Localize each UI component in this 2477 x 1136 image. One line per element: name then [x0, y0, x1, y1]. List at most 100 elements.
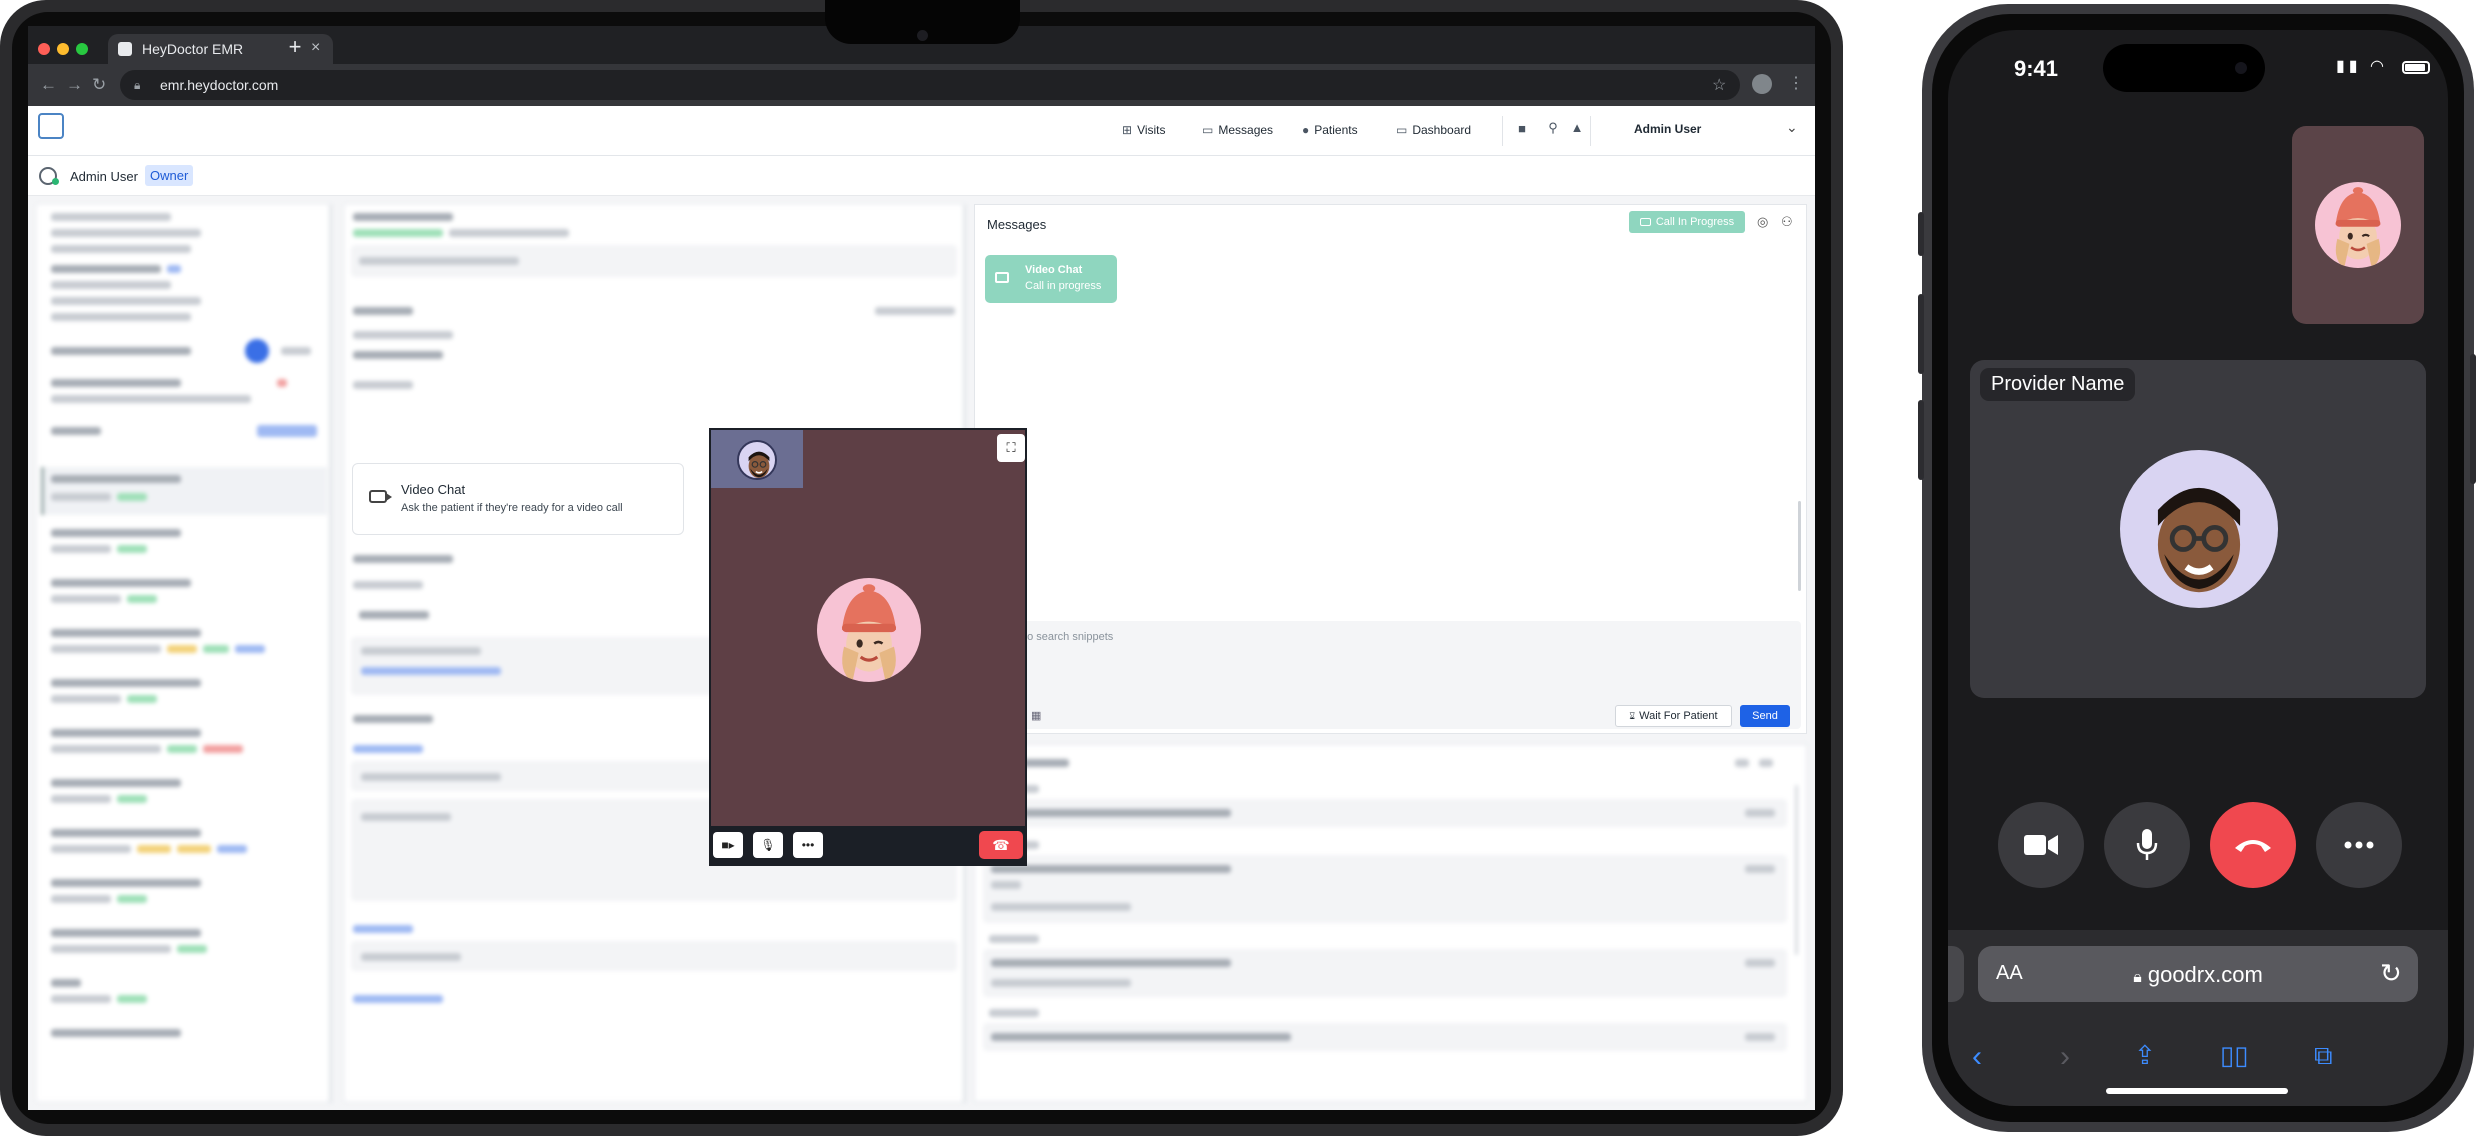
messages-title: Messages: [987, 217, 1047, 232]
self-view-tile[interactable]: [2292, 126, 2424, 324]
video-call-window: ⛶ ■▸ 🎙︎ ••• ☎︎: [709, 428, 1027, 866]
window-minimize-dot[interactable]: [57, 43, 69, 55]
video-camera-icon[interactable]: ■▸: [713, 832, 743, 858]
video-camera-icon[interactable]: [1998, 802, 2084, 888]
video-camera-icon: [1639, 218, 1651, 226]
signal-wifi-icon: ▮▮ ◠: [2336, 58, 2389, 75]
phone-volume-up-button: [1918, 294, 1924, 374]
forward-chevron-icon: ›: [2060, 1040, 2070, 1073]
heydoctor-logo-icon[interactable]: [38, 113, 64, 139]
bookmark-star-icon[interactable]: ☆: [1712, 75, 1726, 95]
nav-visits-label: Visits: [1137, 123, 1166, 137]
video-chat-message-bubble[interactable]: Video Chat Call in progress: [985, 255, 1117, 303]
nav-user-menu[interactable]: Admin User: [1634, 122, 1701, 136]
call-in-progress-label: Call In Progress: [1655, 216, 1735, 228]
video-chat-card[interactable]: Video Chat Ask the patient if they're re…: [352, 463, 684, 535]
hang-up-icon[interactable]: [2210, 802, 2296, 888]
send-button[interactable]: Send: [1740, 705, 1790, 727]
nav-patients[interactable]: ● Patients: [1302, 123, 1358, 137]
tabs-icon[interactable]: ⧉: [2314, 1040, 2333, 1072]
profile-avatar-icon[interactable]: [1752, 74, 1772, 94]
provider-avatar: [737, 440, 777, 480]
tab-close-icon[interactable]: ×: [311, 39, 320, 57]
bookmarks-icon[interactable]: ▯▯: [2220, 1040, 2249, 1071]
video-camera-glyph: [2024, 835, 2058, 855]
window-zoom-dot[interactable]: [76, 43, 88, 55]
message-composer[interactable]: Type . to search snippets ▯ ▤ ▦ ⌛︎ Wait …: [981, 621, 1801, 729]
phone-volume-down-button: [1918, 400, 1924, 480]
wait-for-patient-button[interactable]: ⌛︎ Wait For Patient: [1615, 705, 1732, 727]
subheader-user-name: Admin User: [70, 169, 138, 184]
nav-messages-label: Messages: [1218, 123, 1274, 137]
back-arrow-icon[interactable]: ←: [40, 75, 57, 95]
video-chat-bubble-status: Call in progress: [1025, 280, 1102, 292]
nav-messages[interactable]: ▭ Messages: [1202, 123, 1273, 137]
url-field[interactable]: 🔒︎ emr.heydoctor.com ☆: [120, 70, 1740, 100]
visits-sidebar: [36, 204, 332, 1103]
plus-square-icon: ⊞: [1122, 123, 1133, 137]
calendar-icon[interactable]: ▦: [1031, 709, 1041, 722]
front-camera: [2235, 62, 2247, 74]
laptop-camera: [917, 30, 928, 41]
bell-icon[interactable]: ▲: [1564, 120, 1590, 135]
provider-name-label: Provider Name: [1980, 368, 2136, 401]
chat-bubble-icon: ▭: [1202, 123, 1214, 137]
battery-icon: [2402, 61, 2430, 74]
patient-avatar: [2315, 182, 2401, 268]
online-status-dot: [52, 178, 59, 185]
ellipsis-icon[interactable]: •••: [793, 832, 823, 858]
search-icon[interactable]: ⚲: [1540, 120, 1566, 136]
laptop-frame: HeyDoctor EMR × + ← → ↻ 🔒︎ emr.heydoctor…: [0, 0, 1843, 1136]
safari-toolbar: AA 🔒︎ goodrx.com ↻ ‹ › ⇪ ▯▯ ⧉: [1948, 930, 2448, 1106]
top-navigation: ⊞ Visits ▭ Messages ● Patients ▭ Dashboa…: [28, 106, 1815, 156]
provider-video-tile: Provider Name: [1970, 360, 2426, 698]
reload-icon[interactable]: ↻: [2380, 958, 2402, 989]
nav-visits[interactable]: ⊞ Visits: [1122, 123, 1166, 137]
provider-avatar: [2120, 450, 2278, 608]
chevron-down-icon[interactable]: ⌄: [1786, 119, 1798, 136]
video-camera-icon: [369, 490, 392, 503]
video-chat-card-title: Video Chat: [401, 482, 466, 497]
progress-notes-panel: [974, 744, 1807, 1102]
new-tab-icon[interactable]: +: [280, 34, 310, 60]
reload-icon[interactable]: ↻: [92, 75, 106, 95]
hang-up-icon[interactable]: ☎︎: [979, 831, 1023, 859]
dynamic-island: [2103, 44, 2265, 92]
call-in-progress-badge[interactable]: Call In Progress: [1629, 211, 1745, 233]
nav-dashboard[interactable]: ▭ Dashboard: [1396, 123, 1471, 137]
share-icon[interactable]: ⇪: [2134, 1040, 2156, 1071]
lock-icon: 🔒︎: [2133, 969, 2142, 986]
browser-menu-icon[interactable]: ⋮: [1788, 73, 1804, 93]
wait-for-patient-label: Wait For Patient: [1639, 710, 1718, 722]
nav-divider: [1590, 116, 1591, 146]
female-memoji-icon: [2335, 187, 2381, 268]
microphone-icon[interactable]: 🎙︎: [753, 832, 783, 858]
previous-tab-peek[interactable]: [1948, 946, 1964, 1002]
patient-avatar: [817, 578, 921, 682]
female-memoji-icon: [841, 584, 897, 682]
briefcase-icon[interactable]: ■: [1502, 121, 1542, 136]
fullscreen-icon[interactable]: ⛶: [997, 434, 1025, 462]
person-icon[interactable]: ⚇: [1781, 214, 1793, 230]
video-chat-card-subtitle: Ask the patient if they're ready for a v…: [401, 502, 623, 514]
safari-address-bar[interactable]: AA 🔒︎ goodrx.com ↻: [1978, 946, 2418, 1002]
hang-up-glyph: [2235, 840, 2271, 852]
forward-arrow-icon[interactable]: →: [66, 75, 83, 95]
eye-slash-icon[interactable]: ◎: [1757, 214, 1768, 230]
hourglass-icon: ⌛︎: [1629, 710, 1636, 721]
status-time: 9:41: [2014, 56, 2059, 81]
lock-icon: 🔒︎: [134, 78, 141, 92]
emr-app: ⊞ Visits ▭ Messages ● Patients ▭ Dashboa…: [28, 106, 1815, 1110]
browser-window: HeyDoctor EMR × + ← → ↻ 🔒︎ emr.heydoctor…: [28, 26, 1815, 1110]
tab-title: HeyDoctor EMR: [142, 41, 244, 57]
back-chevron-icon[interactable]: ‹: [1972, 1040, 1982, 1074]
messages-scrollbar[interactable]: [1798, 501, 1801, 591]
nav-patients-label: Patients: [1314, 123, 1358, 137]
male-memoji-icon: [2157, 487, 2241, 593]
safari-url: 🔒︎ goodrx.com: [1978, 962, 2418, 988]
microphone-glyph: [2136, 829, 2158, 860]
video-camera-icon: [995, 272, 1009, 283]
window-close-dot[interactable]: [38, 43, 50, 55]
ellipsis-icon[interactable]: [2316, 802, 2402, 888]
microphone-icon[interactable]: [2104, 802, 2190, 888]
